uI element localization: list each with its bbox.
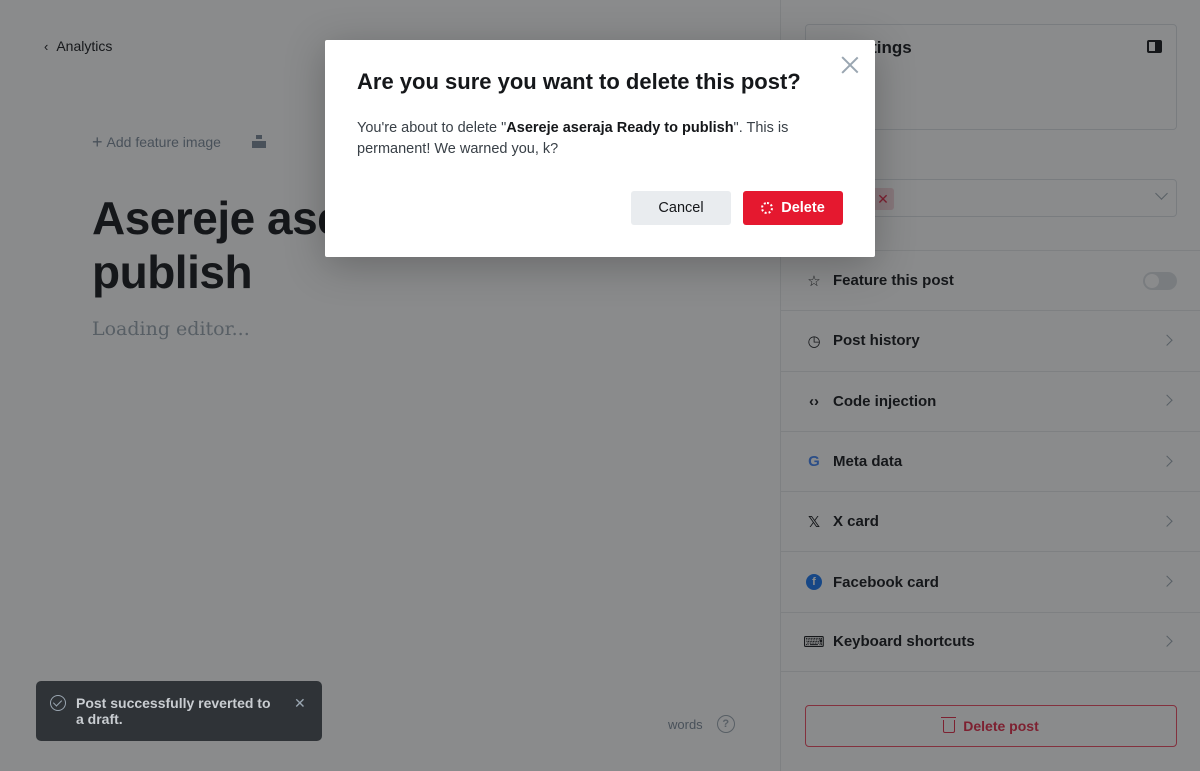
toast-notification: Post successfully reverted to a draft. ✕ xyxy=(36,681,322,741)
check-circle-icon xyxy=(50,695,66,711)
modal-post-name: Asereje aseraja Ready to publish xyxy=(506,120,734,136)
delete-confirm-modal: Are you sure you want to delete this pos… xyxy=(325,40,875,257)
confirm-delete-label: Delete xyxy=(781,200,825,216)
modal-body-prefix: You're about to delete " xyxy=(357,120,507,136)
cancel-button[interactable]: Cancel xyxy=(631,191,731,225)
close-icon[interactable] xyxy=(841,56,859,74)
modal-title: Are you sure you want to delete this pos… xyxy=(357,69,801,94)
close-icon[interactable]: ✕ xyxy=(294,695,306,711)
toast-message: Post successfully reverted to a draft. xyxy=(76,695,271,727)
modal-body: You're about to delete "Asereje aseraja … xyxy=(357,118,827,160)
confirm-delete-button[interactable]: Delete xyxy=(743,191,843,225)
spinner-icon xyxy=(761,202,774,214)
